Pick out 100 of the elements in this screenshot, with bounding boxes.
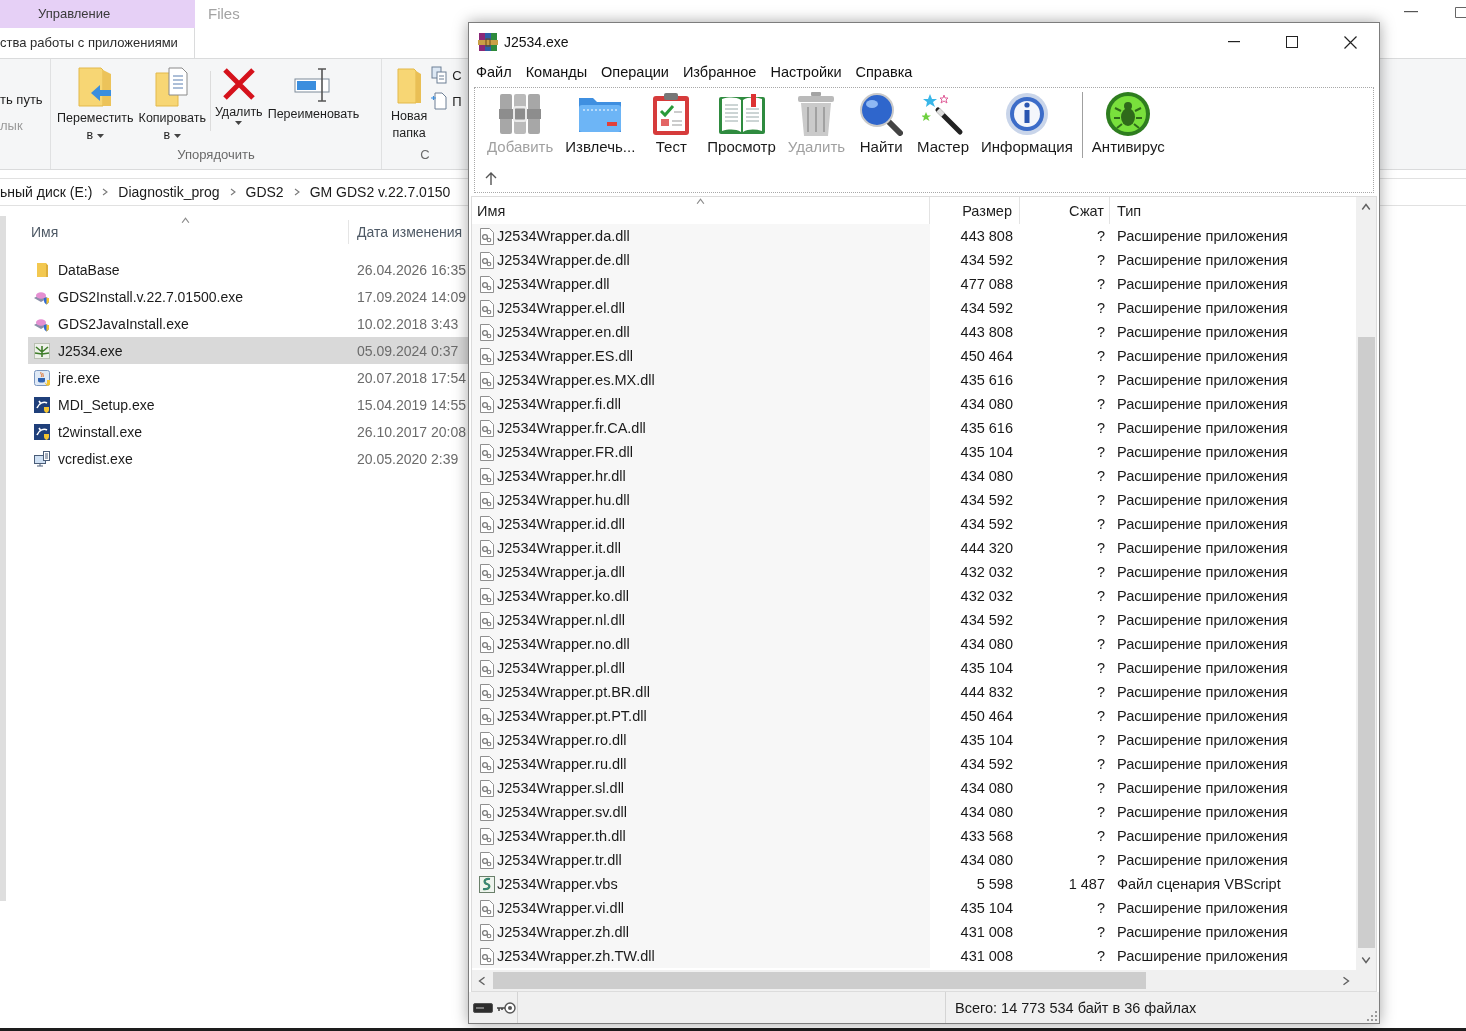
file-name[interactable]: J2534Wrapper.pl.dll (497, 660, 625, 676)
file-name[interactable]: MDI_Setup.exe (58, 396, 155, 413)
column-header[interactable]: Имя (31, 224, 59, 240)
file-name[interactable]: GDS2Install.v.22.7.01500.exe (58, 288, 243, 305)
ribbon-button[interactable]: Переместить в (56, 65, 135, 144)
script-file-icon (479, 875, 495, 893)
column-header[interactable]: Дата изменения (349, 224, 463, 240)
file-name[interactable]: J2534Wrapper.tr.dll (497, 852, 622, 868)
file-size: 450 464 (960, 348, 1013, 364)
column-header[interactable]: Имя (477, 202, 506, 219)
packed-size: ? (1096, 300, 1105, 316)
breadcrumb-item[interactable]: GM GDS2 v.22.7.0150 (309, 184, 451, 200)
file-name[interactable]: J2534Wrapper.hr.dll (497, 468, 626, 484)
file-name[interactable]: J2534Wrapper.vbs (497, 876, 618, 892)
menu-item[interactable]: Настройки (763, 61, 849, 84)
nav-pane-scrollbar[interactable] (0, 216, 6, 901)
ribbon-button[interactable]: Удалить (213, 65, 264, 125)
file-name[interactable]: J2534Wrapper.it.dll (497, 540, 621, 556)
packed-size: ? (1096, 564, 1105, 580)
up-folder-button[interactable] (485, 172, 497, 186)
ribbon-button[interactable]: Переименовать (266, 65, 361, 123)
ribbon-small-button[interactable]: ть путь (0, 89, 43, 109)
file-type: Расширение приложения (1117, 852, 1288, 868)
file-name[interactable]: J2534Wrapper.ko.dll (497, 588, 629, 604)
file-name[interactable]: J2534Wrapper.zh.TW.dll (497, 948, 655, 964)
file-row[interactable]: GDS2Install.v.22.7.01500.exe 17.09.2024 14:09 (28, 283, 468, 310)
menu-item[interactable]: Операции (594, 61, 676, 84)
file-name[interactable]: J2534Wrapper.ru.dll (497, 756, 627, 772)
file-row[interactable]: jre.exe 20.07.2018 17:54 (28, 364, 468, 391)
toolbar-button[interactable]: Просмотр (701, 90, 782, 155)
file-name[interactable]: jre.exe (58, 369, 101, 386)
ribbon-tab[interactable]: ства работы с приложениями (0, 28, 195, 58)
file-name[interactable]: J2534Wrapper.fi.dll (497, 396, 621, 412)
file-name[interactable]: J2534Wrapper.th.dll (497, 828, 626, 844)
menu-item[interactable]: Избранное (675, 61, 764, 84)
file-name[interactable]: J2534Wrapper.en.dll (497, 324, 630, 340)
column-header[interactable]: Размер (962, 202, 1012, 219)
horizontal-scrollbar[interactable] (472, 970, 1356, 991)
file-row[interactable]: DataBase 26.04.2026 16:35 (28, 256, 468, 283)
ribbon-button[interactable]: Копировать в (137, 65, 207, 144)
file-type: Расширение приложения (1117, 756, 1288, 772)
vertical-scrollbar[interactable] (1356, 197, 1376, 970)
file-name[interactable]: J2534Wrapper.pt.BR.dll (497, 684, 650, 700)
file-name[interactable]: J2534Wrapper.el.dll (497, 300, 625, 316)
scrollbar-thumb[interactable] (1357, 337, 1375, 948)
toolbar-button[interactable]: Мастер (911, 90, 975, 155)
column-header[interactable]: Тип (1117, 202, 1142, 219)
breadcrumb-item[interactable]: ьный диск (E:) (0, 184, 93, 200)
file-row[interactable]: MDI_Setup.exe 15.04.2019 14:55 (28, 391, 468, 418)
file-name[interactable]: J2534Wrapper.dll (497, 276, 610, 292)
file-name[interactable]: J2534Wrapper.es.MX.dll (497, 372, 655, 388)
file-name[interactable]: J2534Wrapper.de.dll (497, 252, 630, 268)
file-name[interactable]: J2534Wrapper.sl.dll (497, 780, 625, 796)
file-name[interactable]: J2534Wrapper.pt.PT.dll (497, 708, 647, 724)
file-name[interactable]: J2534Wrapper.id.dll (497, 516, 625, 532)
breadcrumb-chevron-icon (292, 188, 301, 196)
file-name[interactable]: vcredist.exe (58, 450, 133, 467)
file-name[interactable]: J2534Wrapper.da.dll (497, 228, 630, 244)
toolbar-button[interactable]: Найти (851, 90, 912, 155)
ribbon-small-button[interactable]: С (431, 65, 462, 85)
breadcrumb-item[interactable]: Diagnostik_prog (118, 184, 220, 200)
file-name[interactable]: J2534Wrapper.ja.dll (497, 564, 625, 580)
file-name[interactable]: J2534Wrapper.nl.dll (497, 612, 625, 628)
file-row[interactable]: GDS2JavaInstall.exe 10.02.2018 3:43 (28, 310, 468, 337)
menu-item[interactable]: Справка (848, 61, 920, 84)
file-type: Расширение приложения (1117, 420, 1288, 436)
ribbon-button[interactable]: Новая папка (390, 65, 429, 142)
toolbar-button[interactable]: Тест (641, 90, 702, 155)
file-name[interactable]: J2534Wrapper.ro.dll (497, 732, 627, 748)
ribbon-small-button[interactable]: П (431, 91, 462, 111)
toolbar-button[interactable]: Извлечь... (559, 90, 642, 155)
context-tab-header[interactable]: Управление (0, 0, 195, 28)
file-name[interactable]: J2534Wrapper.no.dll (497, 636, 630, 652)
breadcrumb-item[interactable]: GDS2 (245, 184, 284, 200)
file-name[interactable]: J2534Wrapper.zh.dll (497, 924, 629, 940)
file-name[interactable]: GDS2JavaInstall.exe (58, 315, 189, 332)
chevron-down-icon (1361, 955, 1371, 965)
menu-item[interactable]: Файл (469, 61, 519, 84)
file-name[interactable]: J2534Wrapper.fr.CA.dll (497, 420, 646, 436)
file-name[interactable]: J2534.exe (58, 342, 123, 359)
file-name[interactable]: J2534Wrapper.hu.dll (497, 492, 630, 508)
column-header[interactable]: Сжат (1069, 202, 1104, 219)
packed-size: ? (1096, 468, 1105, 484)
file-row[interactable]: vcredist.exe 20.05.2020 2:39 (28, 445, 468, 472)
file-size: 435 104 (960, 660, 1013, 676)
file-name[interactable]: J2534Wrapper.vi.dll (497, 900, 625, 916)
file-row[interactable]: t2winstall.exe 26.10.2017 20:08 (28, 418, 468, 445)
toolbar-button[interactable]: Антивирус (1085, 90, 1171, 155)
file-row[interactable]: J2534.exe 05.09.2024 0:37 (28, 337, 468, 364)
menu-item[interactable]: Команды (518, 61, 595, 84)
file-name[interactable]: J2534Wrapper.sv.dll (497, 804, 628, 820)
file-name[interactable]: J2534Wrapper.FR.dll (497, 444, 633, 460)
scrollbar-thumb[interactable] (493, 972, 1146, 989)
file-name[interactable]: t2winstall.exe (58, 423, 143, 440)
packed-size: ? (1096, 348, 1105, 364)
file-name[interactable]: DataBase (58, 261, 120, 278)
file-name[interactable]: J2534Wrapper.ES.dll (497, 348, 633, 364)
gear-file-icon (479, 515, 495, 533)
toolbar-button[interactable]: Информация (975, 90, 1079, 155)
gear-file-icon (479, 659, 495, 677)
